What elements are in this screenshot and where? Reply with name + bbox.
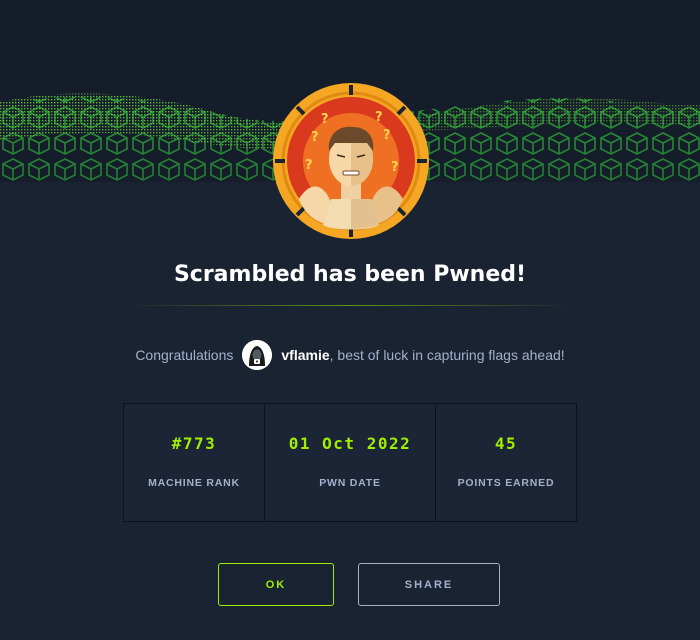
username[interactable]: vflamie [281, 347, 329, 363]
user-avatar[interactable] [242, 340, 273, 370]
svg-text:?: ? [305, 158, 313, 173]
machine-avatar: ?? ?? ?? [271, 81, 431, 241]
stat-points-earned: 45 POINTS EARNED [435, 404, 576, 521]
congratulations-message: Congratulations vflamie , best of luck i… [0, 340, 700, 370]
stat-value: #773 [171, 434, 217, 453]
share-button[interactable]: SHARE [358, 563, 500, 606]
machine-avatar-icon: ?? ?? ?? [273, 83, 429, 239]
stat-label: POINTS EARNED [457, 477, 555, 489]
stat-value: 45 [494, 434, 518, 453]
svg-text:?: ? [391, 160, 399, 175]
svg-text:?: ? [383, 128, 391, 143]
stat-label: PWN DATE [319, 477, 381, 489]
stat-machine-rank: #773 MACHINE RANK [124, 404, 264, 521]
svg-text:?: ? [375, 110, 383, 125]
stat-value: 01 Oct 2022 [288, 434, 412, 453]
svg-text:?: ? [321, 112, 329, 127]
page-title: Scrambled has been Pwned! [173, 262, 527, 287]
stat-label: MACHINE RANK [148, 477, 240, 489]
stat-pwn-date: 01 Oct 2022 PWN DATE [264, 404, 435, 521]
ok-button[interactable]: OK [218, 563, 334, 606]
stats-panel: #773 MACHINE RANK 01 Oct 2022 PWN DATE 4… [123, 403, 577, 522]
hooded-hacker-icon [242, 340, 273, 370]
title-divider [126, 305, 574, 306]
congrats-suffix: , best of luck in capturing flags ahead! [329, 347, 565, 363]
svg-text:?: ? [311, 130, 319, 145]
congrats-prefix: Congratulations [135, 347, 234, 363]
